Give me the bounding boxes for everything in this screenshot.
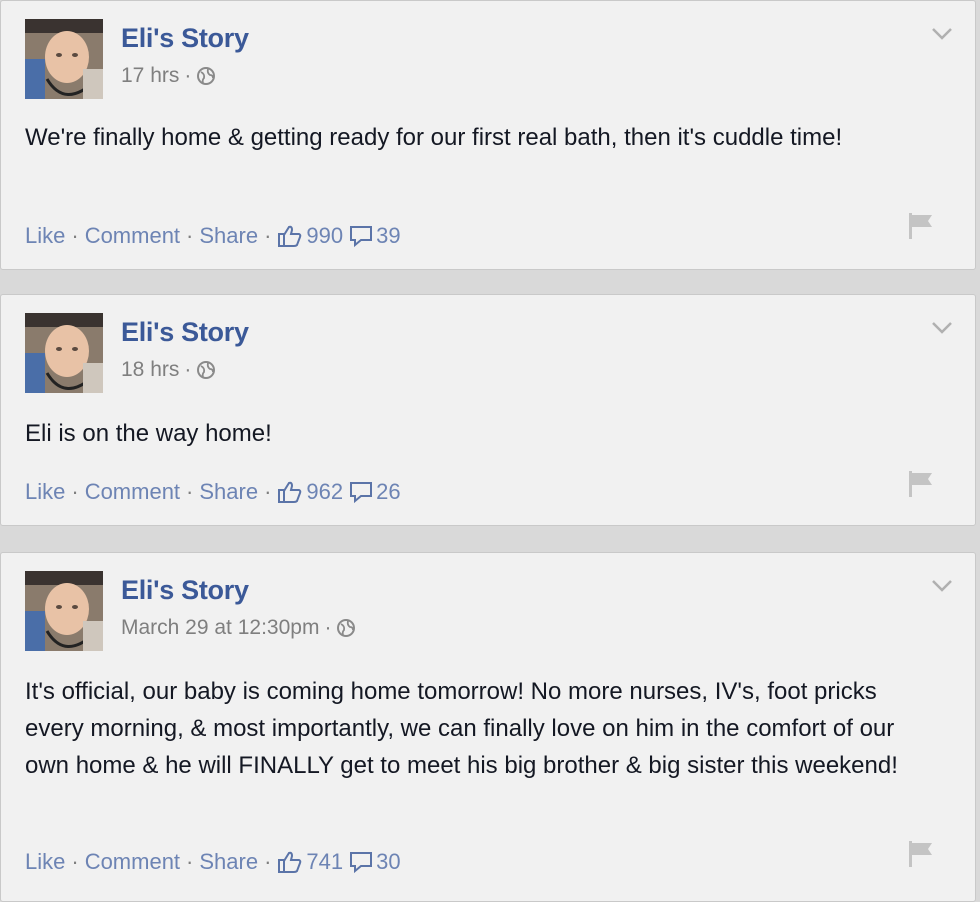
- post-actions: Like · Comment · Share · 741 30: [25, 849, 407, 875]
- globe-icon[interactable]: [336, 618, 356, 638]
- share-link[interactable]: Share: [199, 849, 258, 875]
- feed-post: Eli's Story 18 hrs · Eli is on the way h…: [0, 294, 976, 526]
- like-count[interactable]: 741: [306, 849, 343, 875]
- chevron-down-icon[interactable]: [931, 321, 953, 335]
- post-actions: Like · Comment · Share · 990 39: [25, 223, 407, 249]
- avatar[interactable]: [25, 571, 103, 651]
- feed-post: Eli's Story March 29 at 12:30pm · It's o…: [0, 552, 976, 902]
- flag-icon[interactable]: [907, 211, 935, 241]
- thumbs-up-icon[interactable]: [277, 224, 303, 248]
- share-link[interactable]: Share: [199, 223, 258, 249]
- avatar[interactable]: [25, 313, 103, 393]
- post-actions: Like · Comment · Share · 962 26: [25, 479, 407, 505]
- avatar[interactable]: [25, 19, 103, 99]
- post-meta: March 29 at 12:30pm ·: [121, 616, 356, 640]
- like-link[interactable]: Like: [25, 849, 65, 875]
- post-text: We're finally home & getting ready for o…: [25, 124, 843, 151]
- comment-count[interactable]: 30: [376, 849, 400, 875]
- flag-icon[interactable]: [907, 839, 935, 869]
- like-link[interactable]: Like: [25, 479, 65, 505]
- share-link[interactable]: Share: [199, 479, 258, 505]
- post-timestamp[interactable]: 18 hrs: [121, 358, 179, 382]
- post-meta: 17 hrs ·: [121, 64, 216, 88]
- like-count[interactable]: 990: [306, 223, 343, 249]
- action-separator: ·: [71, 479, 79, 504]
- globe-icon[interactable]: [196, 360, 216, 380]
- like-link[interactable]: Like: [25, 223, 65, 249]
- thumbs-up-icon[interactable]: [277, 850, 303, 874]
- action-separator: ·: [264, 849, 272, 874]
- action-separator: ·: [264, 479, 272, 504]
- meta-separator: ·: [184, 64, 192, 87]
- comment-count[interactable]: 39: [376, 223, 400, 249]
- comment-bubble-icon[interactable]: [349, 850, 373, 874]
- post-timestamp[interactable]: 17 hrs: [121, 64, 179, 88]
- action-separator: ·: [186, 849, 194, 874]
- action-separator: ·: [71, 849, 79, 874]
- comment-link[interactable]: Comment: [85, 479, 180, 505]
- thumbs-up-icon[interactable]: [277, 480, 303, 504]
- action-separator: ·: [71, 223, 79, 248]
- action-separator: ·: [186, 479, 194, 504]
- action-separator: ·: [264, 223, 272, 248]
- post-timestamp[interactable]: March 29 at 12:30pm: [121, 616, 319, 640]
- post-text: It's official, our baby is coming home t…: [25, 678, 898, 779]
- comment-link[interactable]: Comment: [85, 223, 180, 249]
- feed-post: Eli's Story 17 hrs · We're finally home …: [0, 0, 976, 270]
- comment-bubble-icon[interactable]: [349, 224, 373, 248]
- post-author[interactable]: Eli's Story: [121, 575, 249, 606]
- post-text: Eli is on the way home!: [25, 420, 272, 447]
- globe-icon[interactable]: [196, 66, 216, 86]
- post-author[interactable]: Eli's Story: [121, 317, 249, 348]
- chevron-down-icon[interactable]: [931, 579, 953, 593]
- comment-bubble-icon[interactable]: [349, 480, 373, 504]
- meta-separator: ·: [324, 616, 332, 639]
- comment-count[interactable]: 26: [376, 479, 400, 505]
- comment-link[interactable]: Comment: [85, 849, 180, 875]
- post-author[interactable]: Eli's Story: [121, 23, 249, 54]
- action-separator: ·: [186, 223, 194, 248]
- like-count[interactable]: 962: [306, 479, 343, 505]
- chevron-down-icon[interactable]: [931, 27, 953, 41]
- meta-separator: ·: [184, 358, 192, 381]
- post-meta: 18 hrs ·: [121, 358, 216, 382]
- flag-icon[interactable]: [907, 469, 935, 499]
